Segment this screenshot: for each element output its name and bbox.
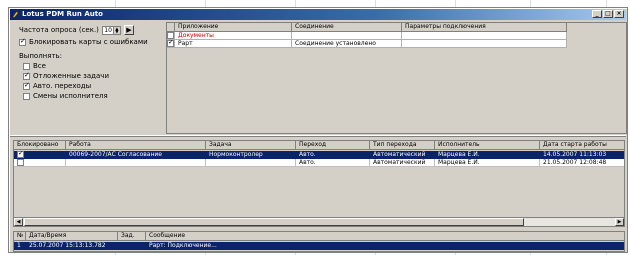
table-cell[interactable]: Соединение установлено	[292, 40, 402, 48]
title-bar[interactable]: Lotus PDM Run Auto _ □ ×	[10, 9, 626, 20]
table-cell[interactable]: 14.05.2007 11:13:03	[540, 151, 624, 159]
block-cards-checkbox[interactable]	[19, 37, 26, 46]
app-row-checkbox[interactable]	[167, 40, 174, 47]
table-cell[interactable]	[14, 159, 66, 167]
column-header[interactable]: Тип перехода	[370, 141, 435, 150]
table-cell[interactable]: Рарт	[175, 40, 292, 48]
block-cards-label: Блокировать карты с ошибками	[29, 38, 148, 46]
scroll-thumb[interactable]	[24, 218, 524, 226]
option-deferred-tasks-checkbox[interactable]	[23, 71, 30, 80]
option-auto-transitions-label: Авто. переходы	[33, 82, 92, 90]
option-all-checkbox[interactable]	[23, 62, 30, 70]
perform-label: Выполнять:	[19, 52, 63, 60]
jobs-table: Блокировано Работа Задача Переход Тип пе…	[13, 140, 625, 227]
log-table: № Дата/Время Зад. Сообщение 1 25.07.2007…	[13, 231, 625, 252]
column-header[interactable]: Задача	[206, 141, 296, 150]
column-header[interactable]: Сообщение	[146, 232, 624, 241]
table-cell[interactable]	[402, 40, 567, 48]
column-header[interactable]: Соединение	[292, 23, 402, 32]
app-row-checkbox[interactable]	[167, 32, 174, 39]
option-performer-change-checkbox[interactable]	[23, 92, 30, 100]
option-auto-transitions-checkbox[interactable]	[23, 81, 30, 90]
panel-splitter[interactable]	[10, 135, 626, 137]
table-cell[interactable]	[402, 32, 567, 40]
applications-table: Приложение Соединение Параметры подключе…	[166, 22, 627, 134]
table-cell[interactable]: Марцева Е.И.	[435, 151, 540, 159]
table-cell[interactable]: Автоматический	[370, 151, 435, 159]
column-header[interactable]: Параметры подключения	[402, 23, 567, 32]
settings-panel: Частота опроса (сек.) 10 ▲▼ ▶ Блокироват…	[13, 22, 163, 134]
blocked-checkbox[interactable]	[17, 151, 24, 158]
table-cell[interactable]: 00069-2007/АС Согласование	[66, 151, 206, 159]
window-title: Lotus PDM Run Auto	[22, 10, 103, 18]
close-button[interactable]: ×	[614, 10, 624, 18]
option-deferred-tasks-label: Отложенные задачи	[33, 72, 109, 80]
row-selector[interactable]	[167, 32, 175, 40]
poll-interval-label: Частота опроса (сек.)	[19, 26, 99, 34]
row-selector[interactable]	[167, 40, 175, 48]
spin-arrows-icon[interactable]: ▲ ▼	[112, 26, 120, 34]
column-header[interactable]: Приложение	[175, 23, 292, 32]
column-header[interactable]: №	[14, 232, 26, 241]
table-cell[interactable]: Авто.	[296, 151, 370, 159]
column-header[interactable]: Блокировано	[14, 141, 66, 150]
table-cell[interactable]	[206, 159, 296, 167]
column-header[interactable]: Работа	[66, 141, 206, 150]
table-row[interactable]: Авто. Автоматический Марцева Е.И. 21.05.…	[14, 159, 624, 167]
table-cell[interactable]: Авто.	[296, 159, 370, 167]
table-cell[interactable]: Марцева Е.И.	[435, 159, 540, 167]
table-cell[interactable]	[14, 151, 66, 159]
table-cell[interactable]: 25.07.2007 15:13:13.782	[26, 242, 118, 250]
table-cell[interactable]	[66, 159, 206, 167]
table-row[interactable]: 00069-2007/АС Согласование Нормоконтроле…	[14, 151, 624, 159]
minimize-button[interactable]: _	[592, 10, 602, 18]
option-performer-change-label: Смены исполнителя	[33, 92, 108, 100]
table-cell[interactable]: Нормоконтролер	[206, 151, 296, 159]
blocked-checkbox[interactable]	[17, 159, 24, 166]
column-header[interactable]: Зад.	[118, 232, 146, 241]
table-cell[interactable]: Документы	[175, 32, 292, 40]
table-cell[interactable]: 21.05.2007 12:08:48	[540, 159, 624, 167]
option-all-label: Все	[33, 62, 46, 70]
column-header[interactable]: Переход	[296, 141, 370, 150]
app-logo-icon	[12, 11, 19, 18]
horizontal-scrollbar[interactable]: ◀ ▶	[14, 217, 624, 226]
column-header[interactable]: Дата старта работы	[540, 141, 624, 150]
table-corner	[167, 23, 175, 32]
table-cell[interactable]	[292, 32, 402, 40]
scroll-right-icon[interactable]: ▶	[615, 218, 624, 226]
main-window: Lotus PDM Run Auto _ □ × Частота опроса …	[8, 7, 628, 253]
run-button[interactable]: ▶	[123, 25, 134, 35]
table-cell[interactable]: 1	[14, 242, 26, 250]
maximize-button[interactable]: □	[603, 10, 613, 18]
column-header[interactable]: Исполнитель	[435, 141, 540, 150]
column-header[interactable]: Дата/Время	[26, 232, 118, 241]
table-cell[interactable]: Рарт: Подключение...	[146, 242, 624, 250]
scroll-left-icon[interactable]: ◀	[14, 218, 23, 226]
poll-interval-spinner[interactable]: 10 ▲ ▼	[101, 25, 121, 35]
table-cell[interactable]	[118, 242, 146, 250]
poll-interval-value: 10	[104, 26, 112, 34]
table-row[interactable]: 1 25.07.2007 15:13:13.782 Рарт: Подключе…	[14, 242, 624, 250]
table-cell[interactable]: Автоматический	[370, 159, 435, 167]
